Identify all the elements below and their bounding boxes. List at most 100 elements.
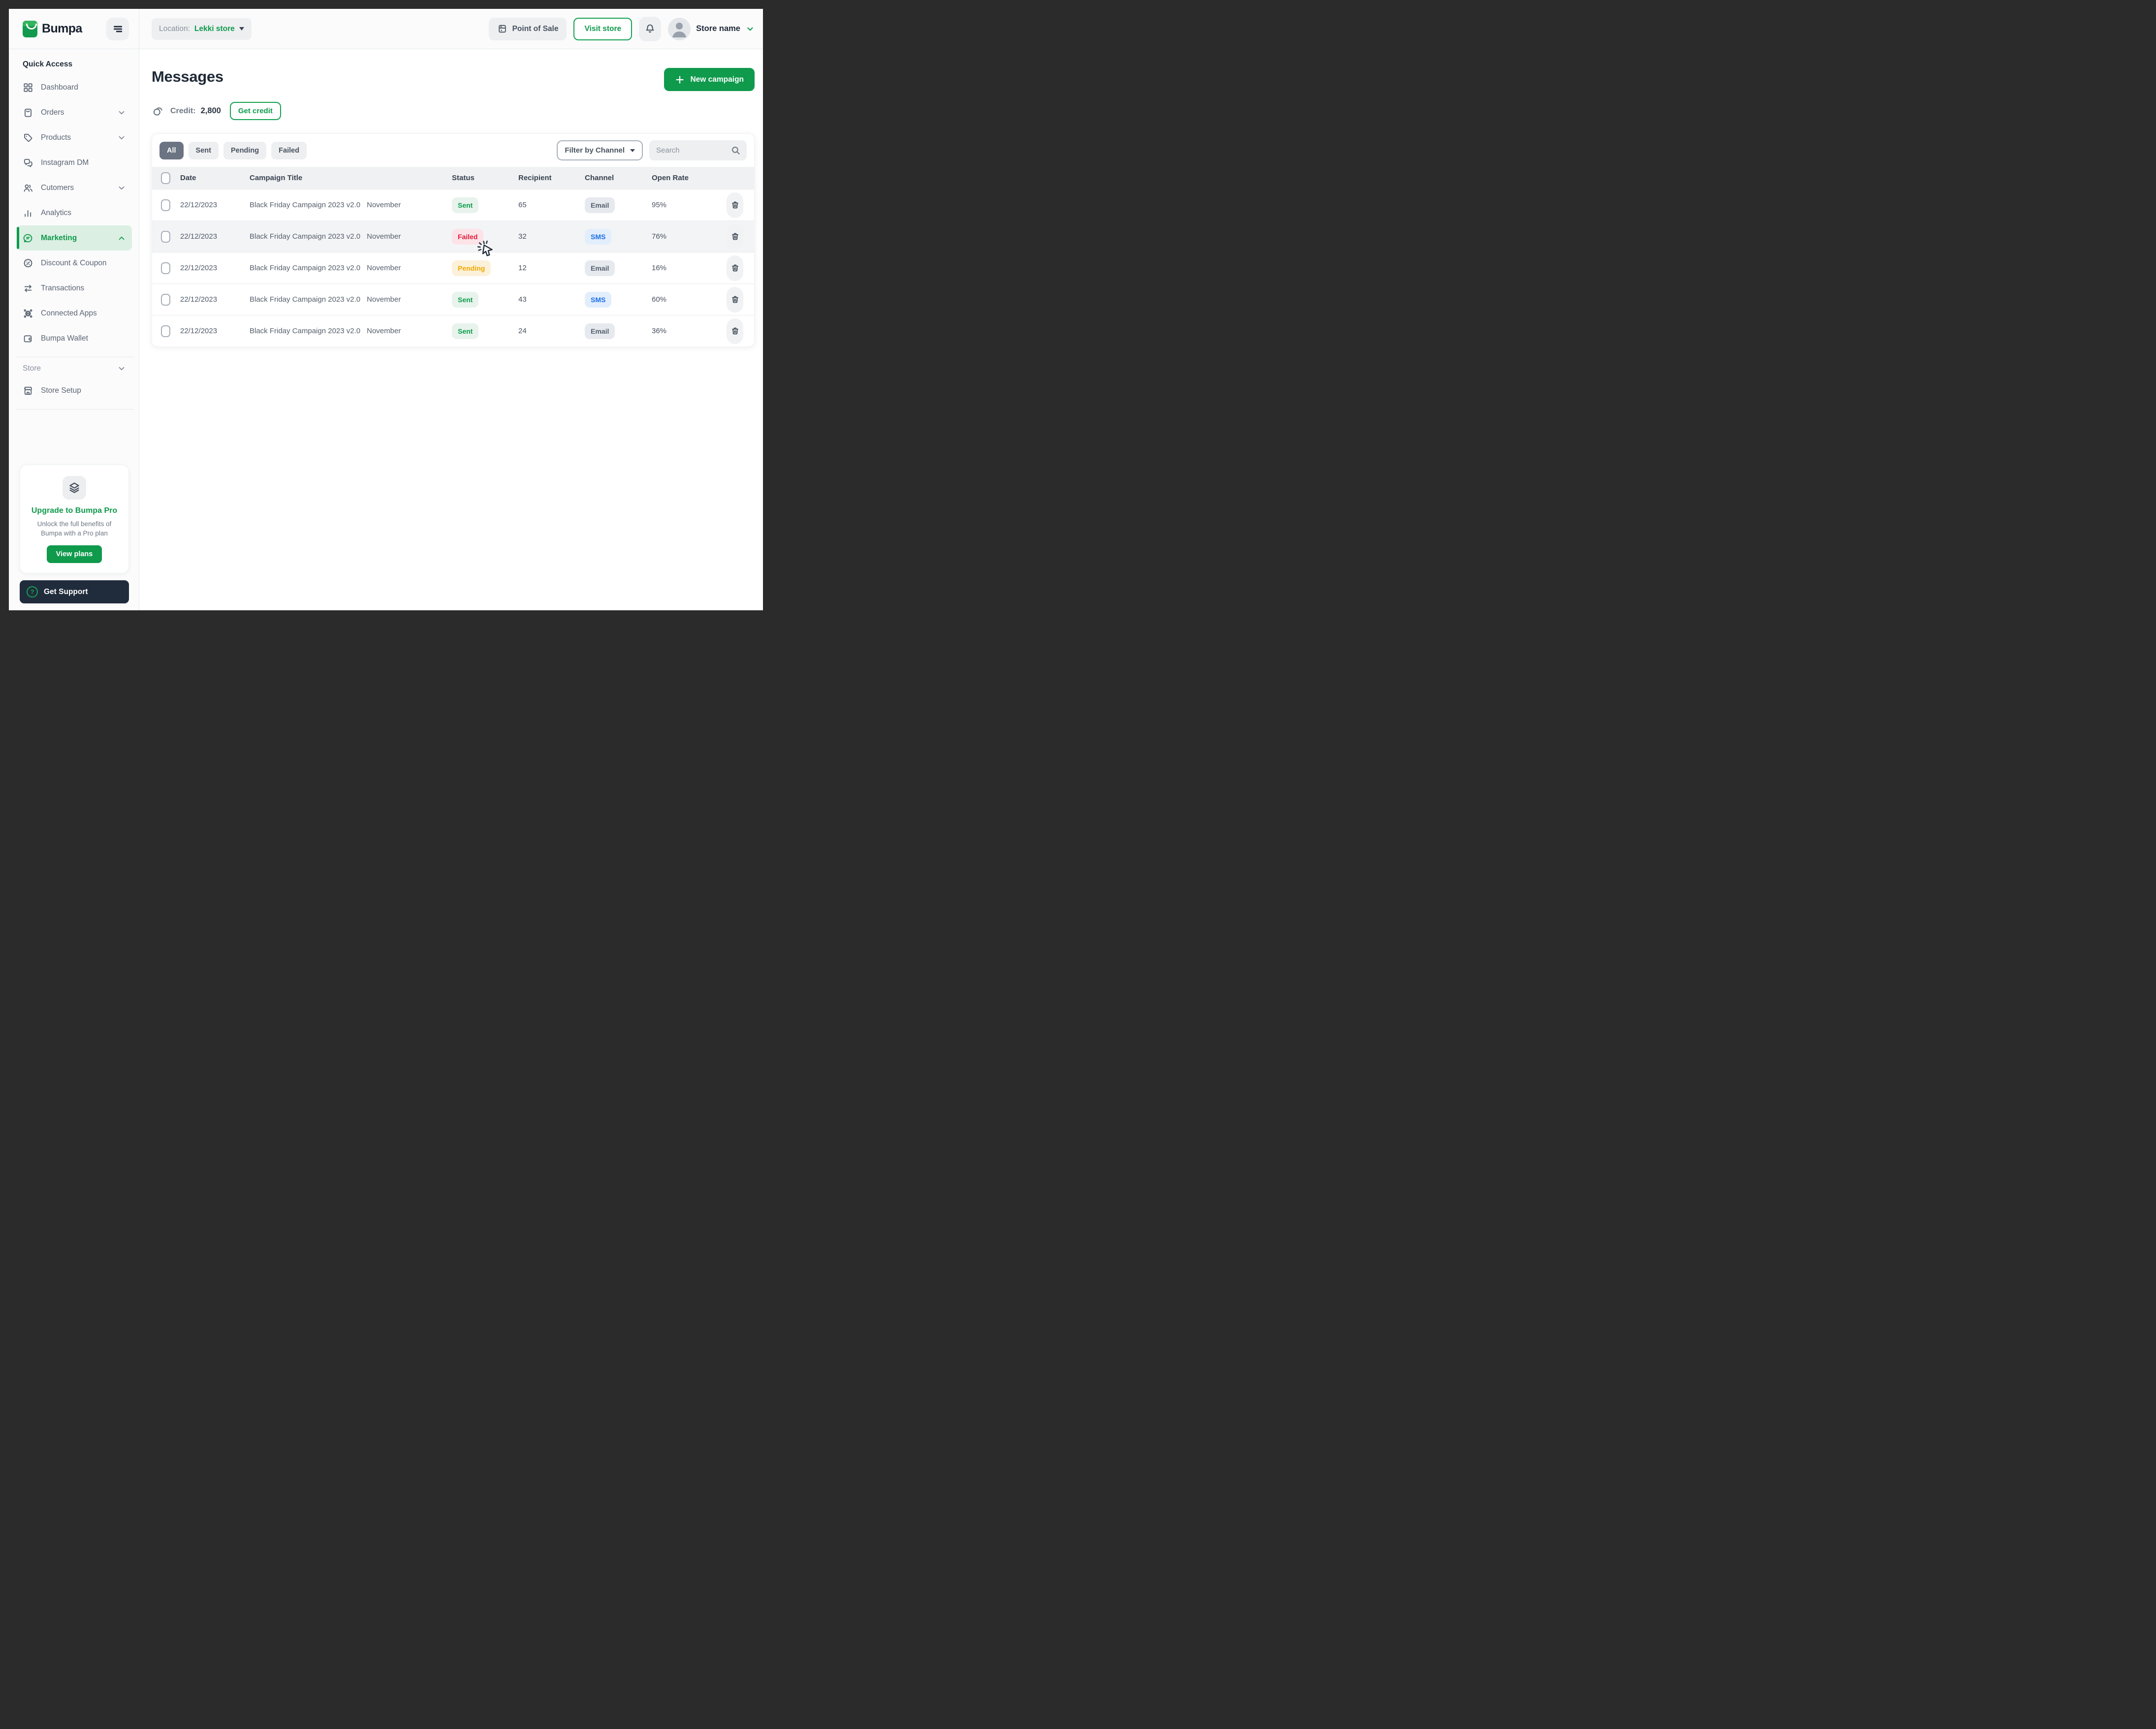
wallet-icon xyxy=(23,333,33,344)
account-menu[interactable]: Store name xyxy=(668,18,755,40)
sidebar-item-store-setup[interactable]: Store Setup xyxy=(17,378,132,403)
delete-button[interactable] xyxy=(727,255,743,281)
status-filter-tabs: All SentPending Failed xyxy=(159,142,307,159)
hamburger-icon xyxy=(112,24,123,34)
new-campaign-button[interactable]: New campaign xyxy=(664,68,755,91)
channel-badge: Email xyxy=(585,197,615,213)
row-checkbox[interactable] xyxy=(161,199,170,211)
tab-failed[interactable]: Failed xyxy=(271,142,307,159)
upgrade-section: Upgrade to Bumpa Pro Unlock the full ben… xyxy=(17,465,132,603)
row-checkbox[interactable] xyxy=(161,325,170,337)
get-credit-button[interactable]: Get credit xyxy=(230,102,281,120)
brand-name: Bumpa xyxy=(42,22,82,36)
location-value: Lekki store xyxy=(194,25,235,33)
view-plans-button[interactable]: View plans xyxy=(47,545,102,563)
channel-cell: Email xyxy=(585,260,652,276)
row-checkbox[interactable] xyxy=(161,231,170,243)
campaign-title-suffix: November xyxy=(367,201,401,209)
channel-badge: SMS xyxy=(585,292,611,308)
main-content: Messages New campaign Credit: 2,800 Get … xyxy=(139,49,763,610)
location-selector[interactable]: Location: Lekki store xyxy=(152,18,252,40)
sidebar-item-label: Instagram DM xyxy=(41,158,126,167)
delete-button[interactable] xyxy=(727,192,743,218)
row-checkbox-cell xyxy=(152,325,180,337)
trash-icon xyxy=(730,295,740,304)
tab-all[interactable]: All xyxy=(159,142,184,159)
status-cell: Sent xyxy=(452,197,518,213)
sidebar-item-instagram-dm[interactable]: Instagram DM xyxy=(17,150,132,175)
sidebar-item-marketing[interactable]: Marketing xyxy=(17,225,132,251)
sidebar-item-label: Orders xyxy=(41,108,110,117)
column-header: Status xyxy=(452,174,518,182)
question-circle-icon: ? xyxy=(27,586,38,597)
layers-icon xyxy=(63,476,86,500)
sidebar-item-customers[interactable]: Cutomers xyxy=(17,175,132,200)
status-badge: Sent xyxy=(452,292,478,308)
table-row[interactable]: 22/12/2023Black Friday Campaign 2023 v2.… xyxy=(152,189,754,220)
tab-sent[interactable]: Sent xyxy=(189,142,219,159)
search-input[interactable] xyxy=(649,140,747,160)
sidebar-item-label: Connected Apps xyxy=(41,309,126,318)
credit-label: Credit: xyxy=(170,107,196,116)
orders-icon xyxy=(23,107,33,118)
notifications-button[interactable] xyxy=(639,17,661,41)
sidebar-item-analytics[interactable]: Analytics xyxy=(17,200,132,225)
campaign-title-main: Black Friday Campaign 2023 v2.0 xyxy=(250,201,360,209)
analytics-icon xyxy=(23,208,33,219)
row-checkbox[interactable] xyxy=(161,294,170,306)
sidebar-item-discount[interactable]: Discount & Coupon xyxy=(17,251,132,276)
delete-button[interactable] xyxy=(727,287,743,313)
delete-button[interactable] xyxy=(727,318,743,344)
row-checkbox[interactable] xyxy=(161,262,170,274)
trash-icon xyxy=(730,200,740,210)
sidebar-item-transactions[interactable]: Transactions xyxy=(17,276,132,301)
trash-icon xyxy=(730,232,740,241)
sidebar-item-connected-apps[interactable]: Connected Apps xyxy=(17,301,132,326)
select-all-checkbox[interactable] xyxy=(161,172,170,184)
upgrade-title: Upgrade to Bumpa Pro xyxy=(28,506,121,515)
get-support-button[interactable]: ? Get Support xyxy=(20,580,129,603)
chevron-down-icon xyxy=(746,25,755,33)
sidebar: Quick Access DashboardOrdersProductsInst… xyxy=(9,49,139,610)
sidebar-toggle-button[interactable] xyxy=(106,18,129,40)
open-rate: 60% xyxy=(652,295,714,304)
tab-pending[interactable]: Pending xyxy=(223,142,266,159)
store-section-header[interactable]: Store xyxy=(17,363,132,378)
visit-store-button[interactable]: Visit store xyxy=(573,18,632,40)
channel-cell: Email xyxy=(585,323,652,339)
location-label: Location: xyxy=(159,25,190,33)
column-header: Recipient xyxy=(518,174,585,182)
point-of-sale-button[interactable]: Point of Sale xyxy=(489,18,567,40)
channel-cell: SMS xyxy=(585,229,652,245)
table-row[interactable]: 22/12/2023Black Friday Campaign 2023 v2.… xyxy=(152,220,754,252)
column-header: Campaign Title xyxy=(250,174,452,182)
caret-down-icon xyxy=(239,27,244,31)
sidebar-item-products[interactable]: Products xyxy=(17,125,132,150)
column-header: Date xyxy=(180,174,250,182)
sidebar-item-orders[interactable]: Orders xyxy=(17,100,132,125)
credit-row: Credit: 2,800 Get credit xyxy=(152,102,755,120)
table-row[interactable]: 22/12/2023Black Friday Campaign 2023 v2.… xyxy=(152,315,754,346)
upgrade-description: Unlock the full benefits of Bumpa with a… xyxy=(32,520,117,538)
table-row[interactable]: 22/12/2023Black Friday Campaign 2023 v2.… xyxy=(152,252,754,283)
sidebar-item-wallet[interactable]: Bumpa Wallet xyxy=(17,326,132,351)
campaign-title-main: Black Friday Campaign 2023 v2.0 xyxy=(250,264,360,272)
credit-value: 2,800 xyxy=(201,106,221,116)
select-all-checkbox-cell xyxy=(152,172,180,184)
campaign-title-suffix: November xyxy=(367,232,401,241)
campaign-title: Black Friday Campaign 2023 v2.0 November xyxy=(250,201,452,209)
table-header: DateCampaign TitleStatusRecipientChannel… xyxy=(152,167,754,189)
trash-icon xyxy=(730,326,740,336)
coin-icon xyxy=(152,105,164,118)
row-checkbox-cell xyxy=(152,231,180,243)
table-row[interactable]: 22/12/2023Black Friday Campaign 2023 v2.… xyxy=(152,283,754,315)
topbar: Location: Lekki store Point of Sale Visi… xyxy=(139,9,763,49)
campaigns-card: AllSentPendingFailed Filter by Channel D… xyxy=(152,133,755,347)
page-title: Messages xyxy=(152,68,223,86)
recipient-count: 32 xyxy=(518,232,585,241)
sidebar-item-label: Discount & Coupon xyxy=(41,259,126,268)
sidebar-item-dashboard[interactable]: Dashboard xyxy=(17,75,132,100)
filter-by-channel-dropdown[interactable]: Filter by Channel xyxy=(557,140,643,160)
pos-label: Point of Sale xyxy=(512,25,559,33)
delete-button[interactable] xyxy=(727,224,743,250)
